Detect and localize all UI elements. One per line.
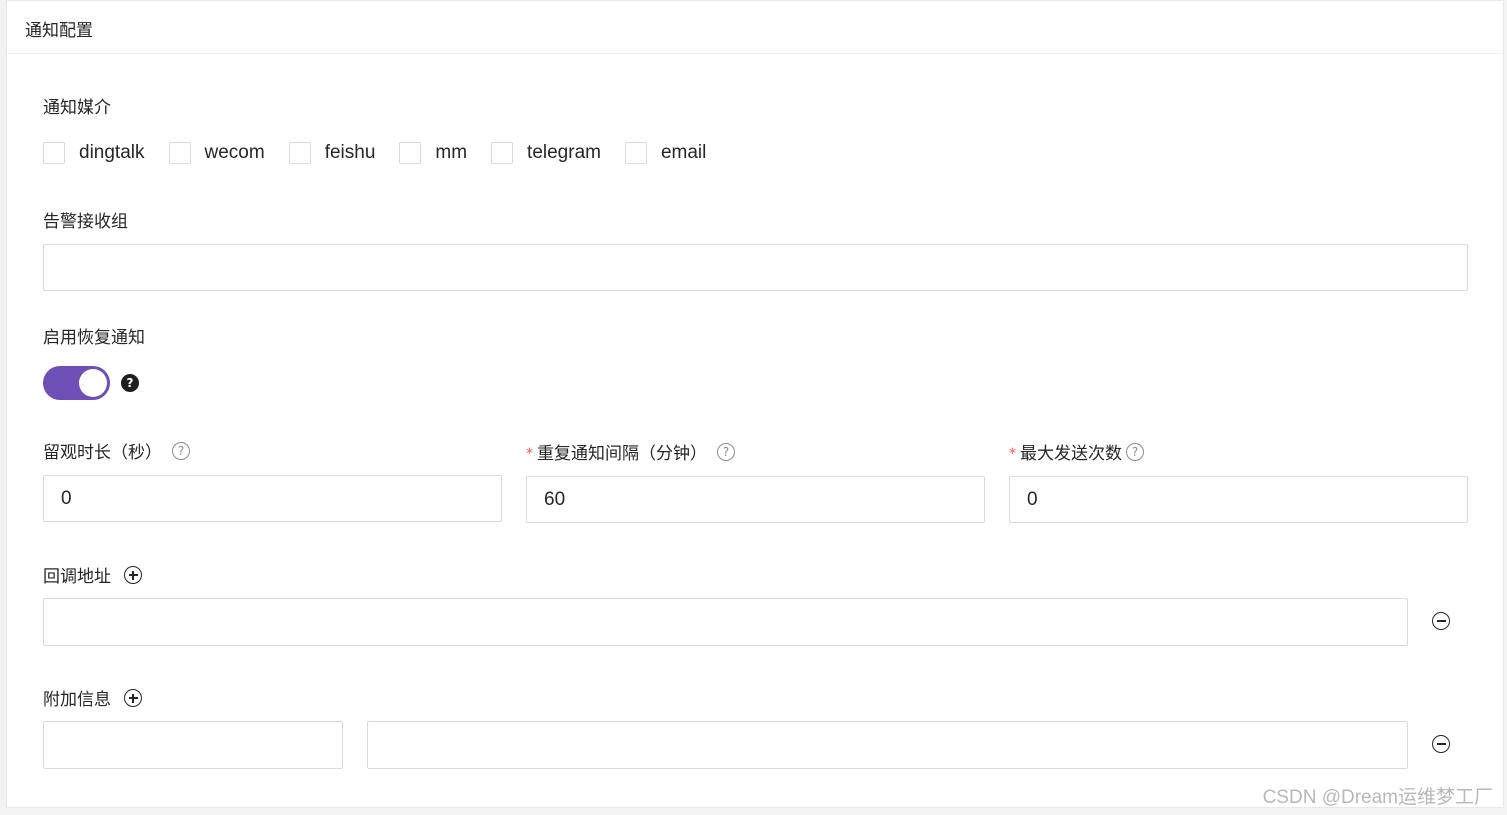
receiver-group-label: 告警接收组 bbox=[43, 212, 128, 232]
add-callback-icon[interactable] bbox=[124, 566, 143, 584]
question-circle-icon: ? bbox=[717, 443, 735, 461]
extra-info-label-text: 附加信息 bbox=[43, 690, 111, 710]
checkbox-label: email bbox=[660, 142, 707, 163]
question-circle-icon: ? bbox=[172, 442, 190, 460]
checkbox-label: feishu bbox=[324, 142, 376, 163]
card-header: 通知配置 bbox=[7, 1, 1503, 54]
checkbox-label: wecom bbox=[204, 142, 265, 163]
observe-duration-label: 留观时长（秒）? bbox=[43, 438, 190, 463]
repeat-interval-label-text: 重复通知间隔（分钟） bbox=[537, 444, 707, 464]
remove-extra-info-icon[interactable] bbox=[1432, 735, 1450, 753]
notify-media-label: 通知媒介 bbox=[43, 98, 111, 118]
checkbox-label: dingtalk bbox=[79, 142, 145, 163]
max-send-label: * 最大发送次数? bbox=[1009, 439, 1144, 464]
repeat-interval-label: * 重复通知间隔（分钟）? bbox=[526, 439, 735, 464]
question-icon: ? bbox=[121, 374, 139, 392]
card-title: 通知配置 bbox=[25, 21, 93, 41]
checkbox-dingtalk[interactable]: dingtalk bbox=[43, 142, 145, 164]
checkbox-box[interactable] bbox=[43, 142, 65, 164]
required-mark: * bbox=[526, 446, 533, 462]
checkbox-box[interactable] bbox=[168, 142, 191, 164]
add-extra-info-icon[interactable] bbox=[124, 689, 143, 707]
extra-info-key-input[interactable] bbox=[43, 721, 343, 769]
checkbox-box[interactable] bbox=[624, 142, 647, 164]
extra-info-label: 附加信息 bbox=[43, 685, 143, 710]
required-mark: * bbox=[1009, 446, 1016, 462]
checkbox-box[interactable] bbox=[491, 142, 514, 164]
observe-duration-input[interactable]: 0 bbox=[43, 475, 502, 522]
checkbox-telegram[interactable]: telegram bbox=[491, 142, 601, 164]
checkbox-wecom[interactable]: wecom bbox=[168, 142, 265, 164]
extra-info-value-input[interactable] bbox=[367, 721, 1408, 769]
remove-callback-icon[interactable] bbox=[1432, 612, 1450, 630]
recovery-notify-toggle[interactable] bbox=[43, 366, 110, 400]
notify-config-card: 通知配置 通知媒介 dingtalk wecom feishu mm teleg… bbox=[6, 0, 1504, 808]
checkbox-mm[interactable]: mm bbox=[399, 142, 467, 164]
repeat-interval-input[interactable]: 60 bbox=[526, 476, 985, 523]
checkbox-box[interactable] bbox=[399, 142, 422, 164]
checkbox-label: mm bbox=[435, 142, 468, 163]
callback-label-text: 回调地址 bbox=[43, 567, 111, 587]
callback-label: 回调地址 bbox=[43, 562, 143, 587]
checkbox-box[interactable] bbox=[288, 142, 311, 164]
max-send-input[interactable]: 0 bbox=[1009, 476, 1468, 523]
max-send-label-text: 最大发送次数 bbox=[1020, 444, 1122, 464]
observe-duration-label-text: 留观时长（秒） bbox=[43, 443, 162, 463]
watermark: CSDN @Dream运维梦工厂 bbox=[1262, 787, 1493, 808]
toggle-knob bbox=[79, 369, 107, 397]
notify-media-checkbox-group: dingtalk wecom feishu mm telegram email bbox=[43, 140, 730, 166]
receiver-group-select[interactable] bbox=[43, 244, 1468, 291]
recovery-notify-label: 启用恢复通知 bbox=[43, 328, 145, 348]
checkbox-label: telegram bbox=[527, 142, 601, 163]
checkbox-email[interactable]: email bbox=[624, 142, 707, 164]
callback-url-input[interactable] bbox=[43, 598, 1408, 646]
checkbox-feishu[interactable]: feishu bbox=[288, 142, 376, 164]
question-circle-icon: ? bbox=[1126, 443, 1144, 461]
